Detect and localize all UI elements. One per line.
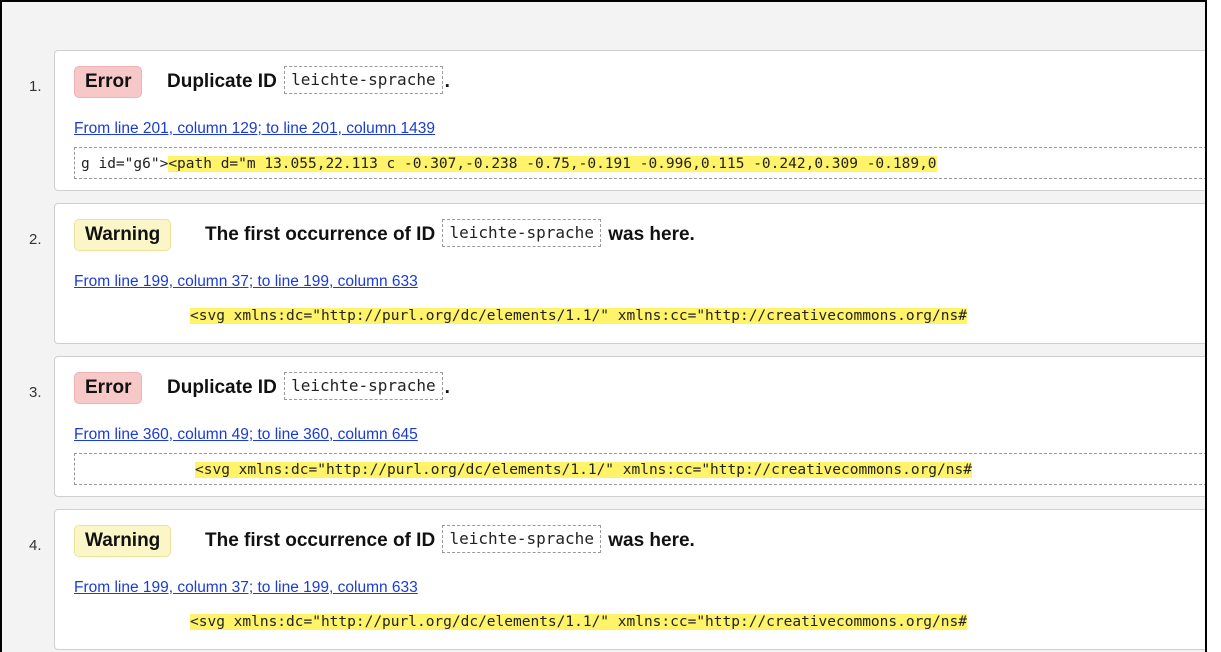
id-code: leichte-sprache	[442, 524, 601, 553]
message-number: 2.	[29, 231, 42, 248]
message-number: 3.	[29, 384, 42, 401]
location-link[interactable]: From line 199, column 37; to line 199, c…	[74, 273, 418, 291]
code-extract: <svg xmlns:dc="http://purl.org/dc/elemen…	[74, 606, 1205, 638]
message-number: 4.	[29, 537, 42, 554]
validator-results-panel: 1. Error Duplicate ID leichte-sprache. F…	[0, 0, 1207, 652]
message-title: The first occurrence of ID leichte-sprac…	[205, 524, 695, 557]
warning-badge: Warning	[74, 219, 172, 251]
location-link[interactable]: From line 360, column 49; to line 360, c…	[74, 426, 418, 444]
message-list: 1. Error Duplicate ID leichte-sprache. F…	[18, 50, 1205, 652]
message-title: Duplicate ID leichte-sprache.	[167, 371, 450, 404]
id-code: leichte-sprache	[284, 371, 443, 400]
location-link[interactable]: From line 199, column 37; to line 199, c…	[74, 579, 418, 597]
highlighted-code: <svg xmlns:dc="http://purl.org/dc/elemen…	[190, 308, 967, 324]
location-link[interactable]: From line 201, column 129; to line 201, …	[74, 120, 435, 138]
message-item: 1. Error Duplicate ID leichte-sprache. F…	[29, 50, 1205, 191]
error-badge: Error	[74, 66, 143, 98]
message-item: 2. Warning The first occurrence of ID le…	[29, 203, 1205, 344]
warning-badge: Warning	[74, 525, 172, 557]
id-code: leichte-sprache	[284, 65, 443, 94]
error-badge: Error	[74, 372, 143, 404]
highlighted-code: <path d="m 13.055,22.113 c -0.307,-0.238…	[168, 156, 937, 172]
message-item: 4. Warning The first occurrence of ID le…	[29, 509, 1205, 650]
code-extract: g id="g6"><path d="m 13.055,22.113 c -0.…	[74, 147, 1205, 179]
message-title: The first occurrence of ID leichte-sprac…	[205, 218, 695, 251]
code-extract: <svg xmlns:dc="http://purl.org/dc/elemen…	[74, 300, 1205, 332]
highlighted-code: <svg xmlns:dc="http://purl.org/dc/elemen…	[195, 462, 972, 478]
code-extract: <svg xmlns:dc="http://purl.org/dc/elemen…	[74, 453, 1205, 485]
message-item: 3. Error Duplicate ID leichte-sprache. F…	[29, 356, 1205, 497]
highlighted-code: <svg xmlns:dc="http://purl.org/dc/elemen…	[190, 614, 967, 630]
message-number: 1.	[29, 78, 42, 95]
message-title: Duplicate ID leichte-sprache.	[167, 65, 450, 98]
id-code: leichte-sprache	[442, 218, 601, 247]
